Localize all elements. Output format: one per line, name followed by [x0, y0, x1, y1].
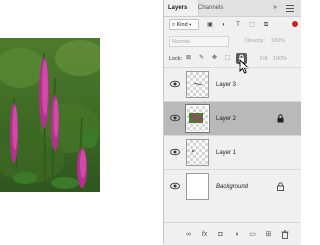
fill-field[interactable]: 100% [273, 53, 287, 65]
layer-mask-icon[interactable]: ◘ [216, 230, 225, 239]
group-folder-icon[interactable]: ▭ [248, 230, 257, 239]
collapse-panel-icon[interactable]: » [273, 0, 277, 16]
trash-icon[interactable] [280, 230, 289, 239]
eye-visibility-icon[interactable] [170, 182, 180, 190]
lock-image-pixels-icon[interactable]: ✎ [197, 54, 206, 63]
fill-label: Fill: [260, 56, 269, 62]
lock-label: Lock: [169, 56, 183, 62]
layer-thumbnail [185, 104, 210, 133]
shape-filter-icon[interactable]: ⬚ [248, 21, 256, 29]
lock-artboard-icon[interactable]: ⬚ [223, 54, 232, 63]
lock-position-icon[interactable]: ✥ [210, 54, 219, 63]
image-filter-icon[interactable]: ▣ [206, 21, 214, 29]
layers-panel: Layers Channels » ⌕ Kind ▾ ▣ ◐ T ⬚ ⧉ Nor… [163, 0, 301, 245]
layer-thumbnail [186, 139, 209, 166]
filter-toggle-icon[interactable] [292, 21, 298, 27]
eye-visibility-icon[interactable] [170, 114, 180, 122]
layer-thumbnail [186, 71, 209, 98]
canvas-photo [0, 38, 100, 192]
layer-name[interactable]: Layer 1 [216, 136, 236, 170]
lock-icon [277, 114, 284, 123]
lock-transparent-pixels-icon[interactable]: ⊠ [184, 54, 193, 63]
layer-row-layer-2[interactable]: Layer 2 [164, 101, 301, 135]
new-layer-icon[interactable]: ⊞ [264, 230, 273, 239]
filter-kind-label: Kind [176, 22, 188, 28]
opacity-field[interactable]: 100% [271, 36, 285, 47]
panel-menu-icon[interactable] [286, 3, 294, 12]
layer-name[interactable]: Background [216, 170, 248, 204]
smart-object-filter-icon[interactable]: ⧉ [262, 21, 270, 29]
adjustment-layer-icon[interactable]: ◑ [232, 230, 241, 239]
adjustment-filter-icon[interactable]: ◐ [220, 21, 228, 29]
layers-bottom-toolbar: ∞ fx ◘ ◑ ▭ ⊞ [164, 222, 301, 245]
blend-mode-value: Normal [172, 39, 190, 45]
lock-icon [277, 182, 284, 191]
type-filter-icon[interactable]: T [234, 21, 242, 29]
layer-name[interactable]: Layer 2 [216, 102, 236, 136]
filter-kind-dropdown[interactable]: ⌕ Kind ▾ [169, 19, 199, 30]
layer-name[interactable]: Layer 3 [216, 68, 236, 102]
search-icon: ⌕ [172, 22, 176, 28]
blend-mode-dropdown[interactable]: Normal [169, 36, 229, 47]
layer-row-background[interactable]: Background [164, 169, 301, 203]
link-icon[interactable]: ∞ [184, 230, 193, 239]
layer-thumbnail [186, 173, 209, 200]
tab-channels[interactable]: Channels [194, 0, 232, 16]
fx-icon[interactable]: fx [200, 230, 209, 239]
eye-visibility-icon[interactable] [170, 80, 180, 88]
panel-tab-bar: Layers Channels » [164, 0, 301, 17]
layer-row-layer-1[interactable]: Layer 1 [164, 135, 301, 169]
chevron-down-icon: ▾ [189, 22, 192, 28]
layer-row-layer-3[interactable]: Layer 3 [164, 67, 301, 101]
opacity-label: Opacity: [245, 38, 266, 44]
eye-visibility-icon[interactable] [170, 148, 180, 156]
